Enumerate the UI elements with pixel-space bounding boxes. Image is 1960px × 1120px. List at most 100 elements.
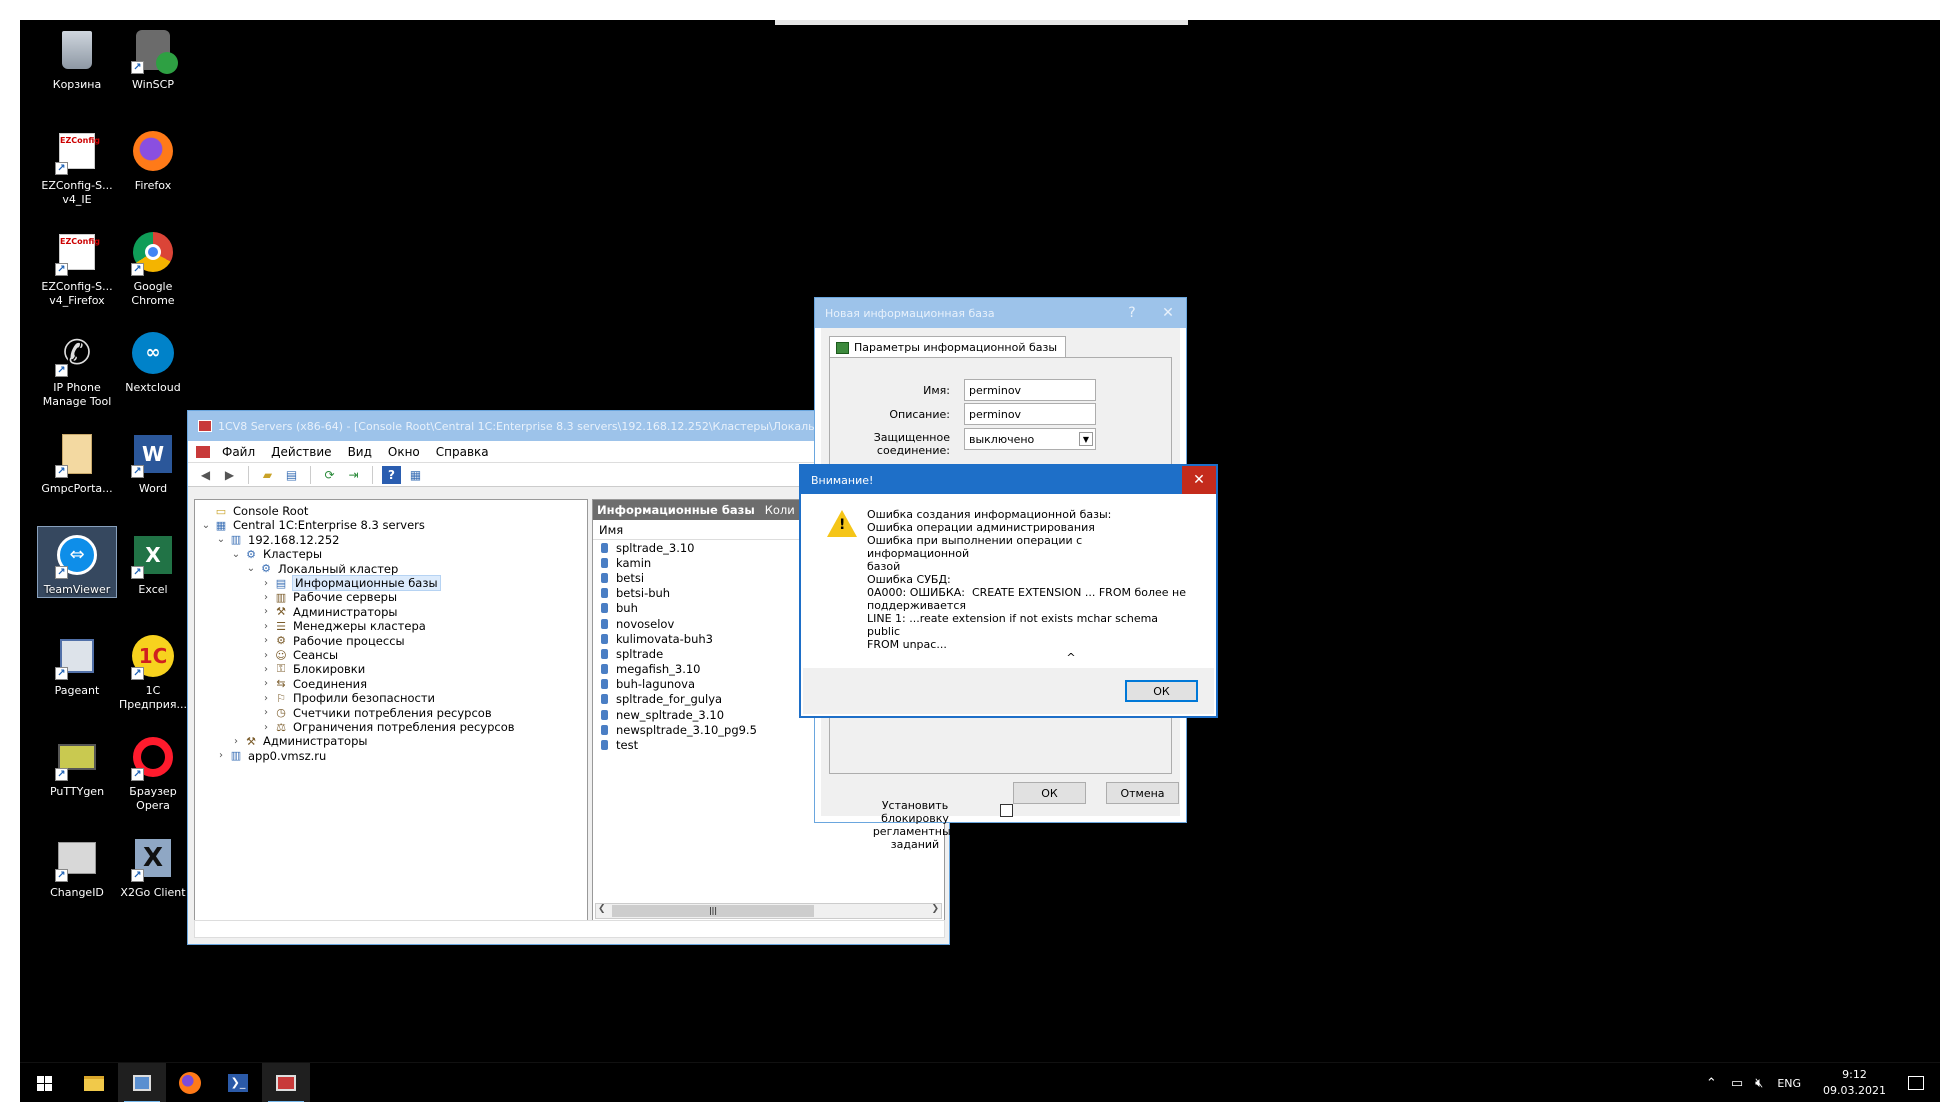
expand-chevron-icon[interactable]: › xyxy=(259,606,273,617)
name-field[interactable]: perminov xyxy=(964,379,1096,401)
desktop-icon-puttygen[interactable]: ↗ PuTTYgen xyxy=(38,729,116,799)
properties-icon[interactable]: ▦ xyxy=(406,466,425,484)
expand-chevron-icon[interactable]: › xyxy=(214,750,228,761)
desktop-icon-excel[interactable]: X ↗ Excel xyxy=(114,527,192,597)
expand-chevron-icon[interactable]: ⌄ xyxy=(229,549,243,560)
taskbar-firefox[interactable] xyxy=(166,1063,214,1102)
desktop-icon-gmpc[interactable]: ↗ GmpcPorta... xyxy=(38,426,116,496)
start-button[interactable] xyxy=(20,1063,68,1102)
chevron-up-icon[interactable]: ⌃ xyxy=(1706,1076,1717,1091)
expand-chevron-icon[interactable]: › xyxy=(259,650,273,661)
lock-jobs-checkbox[interactable] xyxy=(1000,804,1013,817)
expand-chevron-icon[interactable]: › xyxy=(259,635,273,646)
scroll-left-icon[interactable]: ❮ xyxy=(598,904,606,914)
alert-titlebar[interactable]: Внимание! ✕ xyxy=(801,466,1216,494)
desktop-icon-label: EZConfig-S... v4_IE xyxy=(41,179,113,206)
taskbar-powershell[interactable]: ❯_ xyxy=(214,1063,262,1102)
newib-titlebar[interactable]: Новая информационная база ? ✕ xyxy=(815,298,1186,328)
tab-infobase-params[interactable]: Параметры информационной базы xyxy=(829,336,1067,358)
expand-chevron-icon[interactable]: › xyxy=(259,664,273,675)
alert-ok-button[interactable]: ОК xyxy=(1125,680,1198,702)
show-tree-icon[interactable]: ▤ xyxy=(282,466,301,484)
tab-params-icon xyxy=(836,341,849,354)
desktop-icon-teamviewer[interactable]: ⇔ ↗ TeamViewer xyxy=(37,526,117,598)
menu-help[interactable]: Справка xyxy=(436,445,489,459)
taskbar-mmc[interactable] xyxy=(118,1063,166,1102)
shortcut-arrow-icon: ↗ xyxy=(55,869,68,882)
up-folder-icon[interactable]: ▰ xyxy=(258,466,277,484)
alert-message-line: 0A000: ОШИБКА: CREATE EXTENSION ... FROM… xyxy=(867,586,1186,599)
taskbar-explorer[interactable] xyxy=(70,1063,118,1102)
desktop-icon-ipphone[interactable]: ✆ ↗ IP Phone Manage Tool xyxy=(38,325,116,409)
volume-muted-icon[interactable]: 🔇︎ xyxy=(1755,1076,1763,1091)
back-icon[interactable]: ◀ xyxy=(196,466,215,484)
expand-chevron-icon[interactable]: › xyxy=(229,736,243,747)
secure-connection-select[interactable]: выключено ▼ xyxy=(964,428,1096,450)
network-icon[interactable]: ▭ xyxy=(1731,1076,1743,1091)
newib-close-button[interactable]: ✕ xyxy=(1150,298,1186,328)
recycle-icon xyxy=(53,26,101,74)
expand-chevron-icon[interactable]: › xyxy=(259,621,273,632)
desktop-icon-ezie[interactable]: EZConfig ↗ EZConfig-S... v4_IE xyxy=(38,123,116,207)
desktop-icon-ezff[interactable]: EZConfig ↗ EZConfig-S... v4_Firefox xyxy=(38,224,116,308)
chevron-down-icon[interactable]: ▼ xyxy=(1079,432,1093,446)
export-icon[interactable]: ⇥ xyxy=(344,466,363,484)
newib-ok-button[interactable]: ОК xyxy=(1013,782,1086,804)
alert-message-line: Ошибка СУБД: xyxy=(867,573,951,586)
expand-chevron-icon[interactable]: › xyxy=(259,578,273,589)
mmc-menu-icon[interactable] xyxy=(196,445,210,458)
horizontal-scrollbar[interactable]: ❮ ||| ❯ xyxy=(595,903,942,919)
description-field[interactable]: perminov xyxy=(964,403,1096,425)
desktop-icon-firefox[interactable]: Firefox xyxy=(114,123,192,193)
desktop-icon-winscp[interactable]: ↗ WinSCP xyxy=(114,22,192,92)
help-icon[interactable]: ? xyxy=(382,465,401,484)
language-indicator[interactable]: ENG xyxy=(1777,1077,1801,1090)
expand-chevron-icon[interactable]: › xyxy=(259,592,273,603)
newib-cancel-button[interactable]: Отмена xyxy=(1106,782,1179,804)
menu-action[interactable]: Действие xyxy=(271,445,331,459)
expand-chevron-icon[interactable]: › xyxy=(259,707,273,718)
expand-chevron-icon[interactable]: › xyxy=(259,722,273,733)
desktop-icon-changeid[interactable]: ↗ ChangeID xyxy=(38,830,116,900)
clock[interactable]: 9:12 09.03.2021 xyxy=(1823,1067,1886,1099)
firefox-icon xyxy=(129,127,177,175)
scroll-thumb[interactable]: ||| xyxy=(612,905,814,917)
menu-window[interactable]: Окно xyxy=(388,445,420,459)
alert-close-button[interactable]: ✕ xyxy=(1182,466,1216,494)
infobase-name: test xyxy=(616,738,639,753)
database-icon xyxy=(601,557,608,568)
desktop-icon-label: Word xyxy=(138,482,168,495)
expand-chevron-icon[interactable]: ⌄ xyxy=(199,520,213,531)
alert-message: Ошибка создания информационной базы: Ошиб… xyxy=(867,508,1187,664)
mmc-app-icon xyxy=(198,420,212,432)
desktop-icon-recycle[interactable]: Корзина xyxy=(38,22,116,92)
expand-chevron-icon[interactable]: › xyxy=(259,693,273,704)
newib-help-button[interactable]: ? xyxy=(1114,298,1150,328)
desktop-icon-label: Excel xyxy=(138,583,168,596)
name-label: Имя: xyxy=(923,384,950,397)
alert-message-line: LINE 1: ...reate extension if not exists… xyxy=(867,612,1162,638)
expand-chevron-icon[interactable]: › xyxy=(259,678,273,689)
desktop-icon-pageant[interactable]: ↗ Pageant xyxy=(38,628,116,698)
taskbar-1c-dialog[interactable] xyxy=(262,1063,310,1102)
database-icon xyxy=(601,679,608,690)
menu-view[interactable]: Вид xyxy=(348,445,372,459)
expand-chevron-icon[interactable]: ⌄ xyxy=(214,534,228,545)
lock-jobs-label: Установить блокировку регламентных задан… xyxy=(872,799,958,851)
refresh-icon[interactable]: ⟳ xyxy=(320,466,339,484)
desktop-icon-1c[interactable]: 1С ↗ 1С Предприя... xyxy=(114,628,192,712)
desktop-icon-chrome[interactable]: ↗ Google Chrome xyxy=(114,224,192,308)
menu-file[interactable]: Файл xyxy=(222,445,255,459)
desktop-icon-nextcloud[interactable]: ∞ Nextcloud xyxy=(114,325,192,395)
database-icon xyxy=(601,740,608,751)
scroll-right-icon[interactable]: ❯ xyxy=(931,904,939,914)
tree-app-server[interactable]: › ▥ app0.vmsz.ru xyxy=(214,747,326,765)
expand-chevron-icon[interactable]: ⌄ xyxy=(244,563,258,574)
desktop-icon-opera[interactable]: ↗ Браузер Opera xyxy=(114,729,192,813)
shortcut-arrow-icon: ↗ xyxy=(55,566,68,579)
forward-icon[interactable]: ▶ xyxy=(220,466,239,484)
desktop-icon-word[interactable]: W ↗ Word xyxy=(114,426,192,496)
notifications-icon[interactable] xyxy=(1908,1076,1924,1090)
alert-message-line: Ошибка операции администрирования xyxy=(867,521,1095,534)
desktop-icon-x2go[interactable]: X ↗ X2Go Client xyxy=(114,830,192,900)
